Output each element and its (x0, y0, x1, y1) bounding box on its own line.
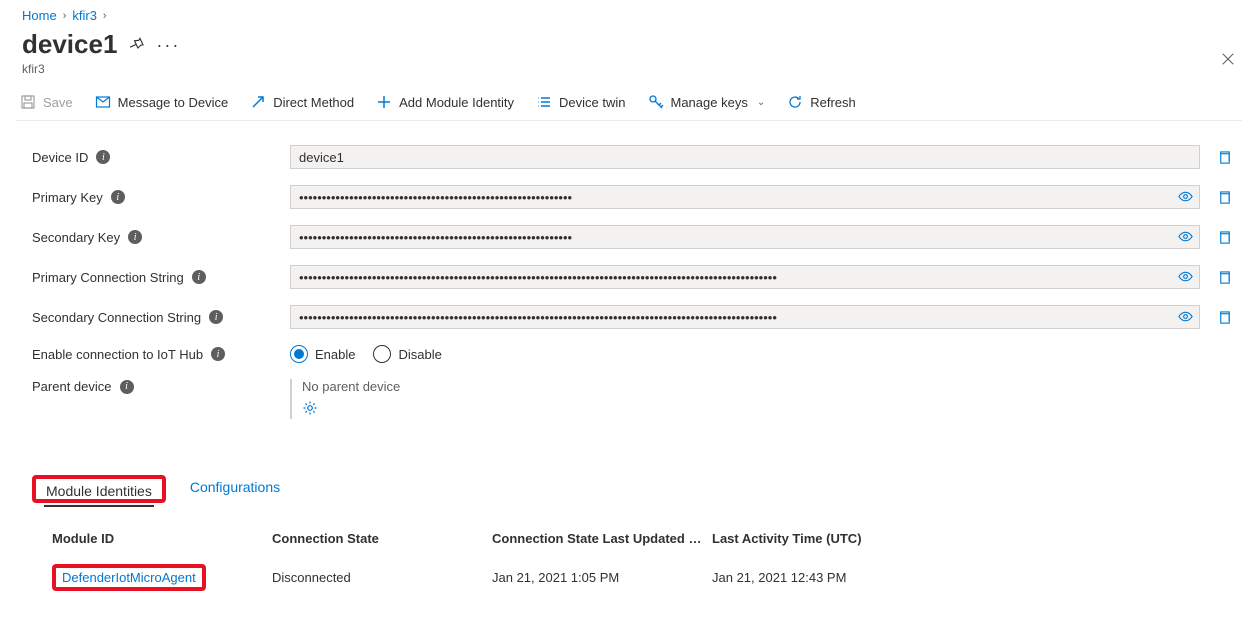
secondary-conn-input[interactable] (290, 305, 1200, 329)
save-button: Save (20, 94, 73, 110)
page-title: device1 (22, 29, 117, 60)
copy-primary-conn-button[interactable] (1214, 270, 1234, 285)
disable-radio-label: Disable (398, 347, 441, 362)
page-subtitle: kfir3 (22, 62, 1242, 76)
refresh-button[interactable]: Refresh (787, 94, 856, 110)
keys-label: Manage keys (671, 95, 748, 110)
more-icon[interactable]: ··· (156, 40, 180, 50)
cell-last-activity: Jan 21, 2021 12:43 PM (712, 570, 932, 585)
secondary-conn-label: Secondary Connection String (32, 310, 201, 325)
enable-radio-label: Enable (315, 347, 355, 362)
add-module-label: Add Module Identity (399, 95, 514, 110)
command-bar: Save Message to Device Direct Method Add… (16, 84, 1242, 121)
col-last-activity: Last Activity Time (UTC) (712, 531, 932, 546)
info-icon[interactable]: i (111, 190, 125, 204)
info-icon[interactable]: i (211, 347, 225, 361)
refresh-label: Refresh (810, 95, 856, 110)
tab-module-identities[interactable]: Module Identities (44, 483, 154, 507)
close-button[interactable] (1214, 45, 1242, 73)
module-id-link[interactable]: DefenderIotMicroAgent (62, 570, 196, 585)
mail-icon (95, 94, 111, 110)
primary-conn-label: Primary Connection String (32, 270, 184, 285)
breadcrumb-hub[interactable]: kfir3 (72, 8, 97, 23)
save-label: Save (43, 95, 73, 110)
info-icon[interactable]: i (128, 230, 142, 244)
device-twin-button[interactable]: Device twin (536, 94, 625, 110)
table-header: Module ID Connection State Connection St… (52, 523, 1222, 554)
secondary-key-input[interactable] (290, 225, 1200, 249)
no-parent-text: No parent device (302, 379, 1234, 394)
cell-conn-state: Disconnected (272, 570, 492, 585)
cell-conn-updated: Jan 21, 2021 1:05 PM (492, 570, 712, 585)
show-primary-conn-button[interactable] (1178, 269, 1193, 287)
info-icon[interactable]: i (209, 310, 223, 324)
chevron-right-icon: › (63, 10, 67, 22)
manage-keys-button[interactable]: Manage keys ⌄ (648, 94, 766, 110)
direct-label: Direct Method (273, 95, 354, 110)
pin-icon[interactable] (129, 36, 144, 54)
chevron-right-icon: › (103, 10, 107, 22)
highlight-module-identities: Module Identities (32, 475, 166, 503)
save-icon (20, 94, 36, 110)
device-id-input[interactable] (290, 145, 1200, 169)
plus-icon (376, 94, 392, 110)
key-icon (648, 94, 664, 110)
show-secondary-conn-button[interactable] (1178, 309, 1193, 327)
direct-method-button[interactable]: Direct Method (250, 94, 354, 110)
primary-key-label: Primary Key (32, 190, 103, 205)
tabs-area: Module Identities Configurations Module … (16, 439, 1242, 601)
table-row[interactable]: DefenderIotMicroAgent Disconnected Jan 2… (52, 554, 1222, 601)
col-module-id: Module ID (52, 531, 272, 546)
twin-label: Device twin (559, 95, 625, 110)
show-primary-key-button[interactable] (1178, 189, 1193, 207)
chevron-down-icon: ⌄ (757, 97, 765, 108)
primary-conn-input[interactable] (290, 265, 1200, 289)
list-icon (536, 94, 552, 110)
col-conn-updated: Connection State Last Updated … (492, 531, 712, 546)
breadcrumb: Home › kfir3 › (16, 6, 1242, 29)
copy-secondary-conn-button[interactable] (1214, 310, 1234, 325)
enable-radio[interactable]: Enable (290, 345, 355, 363)
set-parent-button[interactable] (302, 400, 1234, 419)
disable-radio[interactable]: Disable (373, 345, 441, 363)
direct-method-icon (250, 94, 266, 110)
copy-primary-key-button[interactable] (1214, 190, 1234, 205)
parent-device-block: No parent device (290, 379, 1234, 419)
message-label: Message to Device (118, 95, 229, 110)
parent-device-label: Parent device (32, 379, 112, 394)
page-header: device1 ··· kfir3 (16, 29, 1242, 78)
col-conn-state: Connection State (272, 531, 492, 546)
secondary-key-label: Secondary Key (32, 230, 120, 245)
highlight-module-link: DefenderIotMicroAgent (52, 564, 206, 591)
copy-secondary-key-button[interactable] (1214, 230, 1234, 245)
copy-device-id-button[interactable] (1214, 150, 1234, 165)
info-icon[interactable]: i (120, 380, 134, 394)
breadcrumb-home[interactable]: Home (22, 8, 57, 23)
modules-table: Module ID Connection State Connection St… (52, 523, 1222, 601)
info-icon[interactable]: i (192, 270, 206, 284)
message-to-device-button[interactable]: Message to Device (95, 94, 229, 110)
primary-key-input[interactable] (290, 185, 1200, 209)
refresh-icon (787, 94, 803, 110)
info-icon[interactable]: i (96, 150, 110, 164)
add-module-button[interactable]: Add Module Identity (376, 94, 514, 110)
tab-configurations[interactable]: Configurations (188, 479, 282, 503)
device-fields: Device ID i Primary Key i Secondary Key i P… (16, 121, 1242, 439)
device-id-label: Device ID (32, 150, 88, 165)
show-secondary-key-button[interactable] (1178, 229, 1193, 247)
enable-conn-label: Enable connection to IoT Hub (32, 347, 203, 362)
